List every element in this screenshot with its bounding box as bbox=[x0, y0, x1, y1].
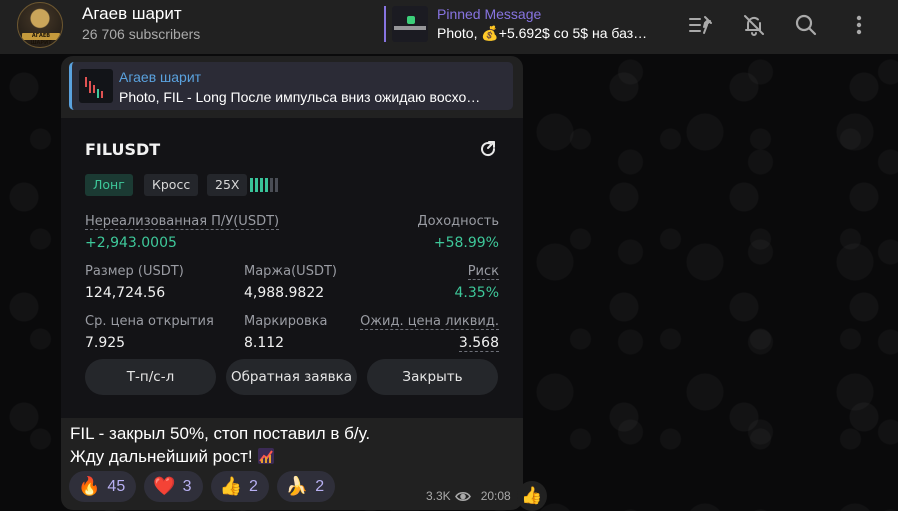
entry-price-label: Ср. цена открытия bbox=[85, 314, 214, 329]
eye-icon bbox=[454, 491, 471, 501]
message-time: 20:08 bbox=[480, 489, 511, 503]
message-line-1: FIL - закрыл 50%, стоп поставил в б/у. bbox=[70, 424, 371, 443]
unrealized-pnl-label: Нереализованная П/У(USDT) bbox=[85, 214, 280, 230]
risk-value: 4.35% bbox=[454, 285, 499, 301]
reply-text: Photo, FIL - Long После импульса вниз ож… bbox=[119, 89, 481, 105]
view-count: 3.3K bbox=[426, 489, 451, 503]
channel-avatar[interactable]: АГАЕВ ШАРИТ bbox=[17, 2, 63, 48]
leverage-bars bbox=[250, 178, 278, 192]
channel-post[interactable]: Агаев шарит Photo, FIL - Long После импу… bbox=[61, 56, 523, 510]
mark-price-value: 8.112 bbox=[244, 335, 285, 351]
reaction-heart[interactable]: ❤️ 3 bbox=[144, 471, 203, 502]
thumbs-up-icon: 👍 bbox=[219, 475, 242, 497]
pinned-message-bar[interactable]: Pinned Message Photo, 💰+5.692$ со 5$ на … bbox=[384, 6, 664, 42]
symbol-label: FILUSDT bbox=[85, 140, 161, 159]
reaction-banana[interactable]: 🍌 2 bbox=[276, 471, 336, 502]
mark-price-label: Маркировка bbox=[244, 314, 328, 329]
search-icon[interactable] bbox=[793, 12, 819, 38]
close-position-button: Закрыть bbox=[367, 359, 498, 395]
channel-subscribers: 26 706 subscribers bbox=[82, 26, 201, 42]
tag-cross: Кросс bbox=[144, 174, 199, 196]
tag-long: Лонг bbox=[85, 174, 133, 196]
reaction-thumbs-up[interactable]: 👍 2 bbox=[210, 471, 269, 502]
reverse-order-button: Обратная заявка bbox=[226, 359, 357, 395]
position-screenshot[interactable]: FILUSDT Лонг Кросс 25X Нереализованная П… bbox=[61, 118, 523, 418]
banana-icon: 🍌 bbox=[285, 475, 309, 497]
entry-price-value: 7.925 bbox=[85, 335, 126, 351]
reaction-count: 2 bbox=[248, 477, 258, 495]
more-vertical-icon[interactable] bbox=[846, 12, 872, 38]
avatar-label: АГАЕВ ШАРИТ bbox=[22, 33, 60, 46]
message-line-2-text: Жду дальнейший рост! bbox=[70, 447, 253, 466]
reply-preview[interactable]: Агаев шарит Photo, FIL - Long После импу… bbox=[69, 62, 513, 110]
pinned-text: Photo, 💰+5.692$ со 5$ на баз… bbox=[437, 25, 648, 41]
yield-value: +58.99% bbox=[433, 235, 499, 251]
tag-leverage: 25X bbox=[207, 174, 248, 196]
liquidation-price-label: Ожид. цена ликвид. bbox=[360, 314, 499, 330]
unrealized-pnl-value: +2,943.0005 bbox=[85, 235, 177, 251]
thumbs-up-icon: 👍 bbox=[521, 486, 543, 506]
reactions-bar: 🔥 45 ❤️ 3 👍 2 🍌 2 bbox=[69, 471, 336, 502]
chart-up-emoji-icon bbox=[258, 448, 275, 464]
reaction-count: 45 bbox=[107, 477, 126, 495]
margin-value: 4,988.9822 bbox=[244, 285, 325, 301]
unpin-list-icon[interactable] bbox=[688, 12, 714, 38]
heart-icon: ❤️ bbox=[153, 475, 176, 497]
channel-title[interactable]: Агаев шарит bbox=[82, 4, 182, 24]
message-line-2: Жду дальнейший рост! bbox=[70, 445, 515, 468]
size-value: 124,724.56 bbox=[85, 285, 166, 301]
message-meta: 3.3K 20:08 bbox=[426, 489, 511, 503]
reply-thumbnail bbox=[79, 69, 113, 103]
liquidation-price-value: 3.568 bbox=[458, 335, 499, 352]
reaction-count: 2 bbox=[315, 477, 325, 495]
yield-label: Доходность bbox=[417, 214, 499, 229]
tp-sl-button: Т-п/с-л bbox=[85, 359, 216, 395]
reaction-count: 3 bbox=[182, 477, 192, 495]
size-label: Размер (USDT) bbox=[85, 264, 184, 279]
risk-label: Риск bbox=[467, 264, 499, 280]
quick-reaction-button[interactable]: 👍 bbox=[517, 481, 547, 511]
reaction-fire[interactable]: 🔥 45 bbox=[69, 471, 137, 502]
chat-header: АГАЕВ ШАРИТ Агаев шарит 26 706 subscribe… bbox=[0, 0, 898, 54]
margin-label: Маржа(USDT) bbox=[244, 264, 337, 279]
reply-author: Агаев шарит bbox=[119, 69, 202, 85]
message-text: FIL - закрыл 50%, стоп поставил в б/у. Ж… bbox=[70, 422, 515, 468]
pinned-title: Pinned Message bbox=[437, 6, 542, 22]
share-icon bbox=[479, 140, 499, 160]
pinned-thumbnail bbox=[392, 6, 428, 42]
fire-icon: 🔥 bbox=[78, 475, 101, 497]
mute-bell-icon[interactable] bbox=[741, 12, 767, 38]
